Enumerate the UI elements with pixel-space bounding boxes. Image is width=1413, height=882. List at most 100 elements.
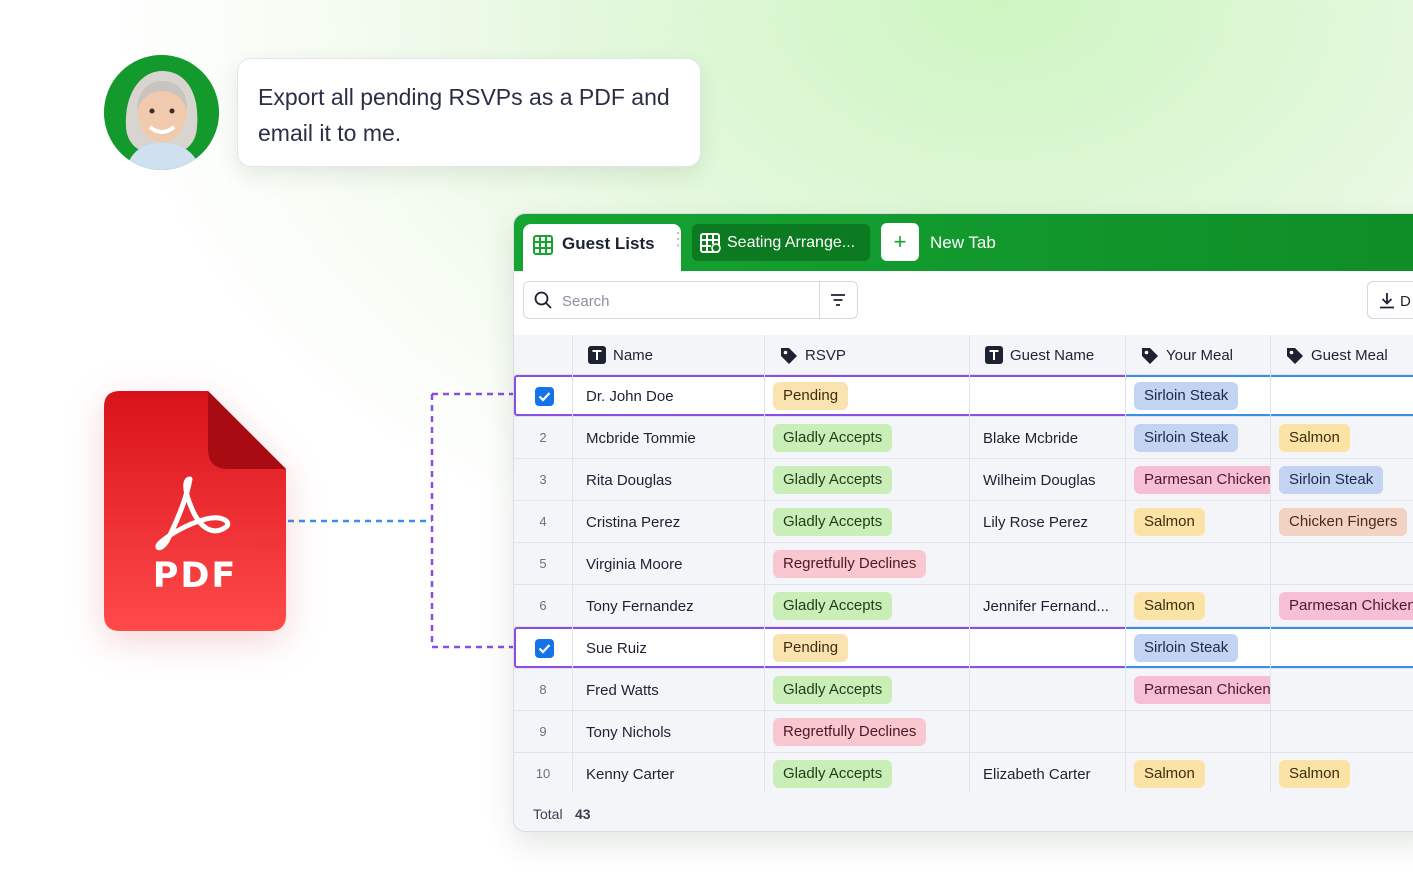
column-header-guest-meal[interactable]: Guest Meal: [1270, 335, 1413, 375]
table-row[interactable]: 5 Virginia Moore Regretfully Declines: [514, 543, 1413, 585]
rsvp-tag: Pending: [773, 382, 849, 410]
table-row[interactable]: 10 Kenny Carter Gladly Accepts Elizabeth Ca…: [514, 753, 1413, 795]
your-meal-cell[interactable]: Salmon: [1125, 501, 1270, 543]
your-meal-tag: Salmon: [1134, 508, 1205, 536]
data-grid: Name RSVP Guest Name Your Meal Guest Mea…: [514, 335, 1413, 831]
your-meal-cell[interactable]: Salmon: [1125, 753, 1270, 795]
rsvp-cell[interactable]: Gladly Accepts: [764, 459, 969, 501]
name-text: Kenny Carter: [586, 766, 675, 783]
rsvp-cell[interactable]: Regretfully Declines: [764, 711, 969, 753]
filter-icon[interactable]: [830, 293, 846, 307]
column-header-name[interactable]: Name: [572, 335, 764, 375]
row-checkbox[interactable]: [535, 639, 554, 658]
guest-name-text: Wilheim Douglas: [983, 472, 1096, 489]
tag-icon: [781, 348, 797, 364]
grid-icon: [533, 235, 553, 255]
tab-options-icon[interactable]: ⋮: [669, 230, 687, 248]
guest-meal-cell[interactable]: [1270, 543, 1413, 585]
total-label: Total: [533, 806, 563, 822]
table-row[interactable]: 2 Mcbride Tommie Gladly Accepts Blake Mcbri…: [514, 417, 1413, 459]
your-meal-cell[interactable]: Sirloin Steak: [1125, 417, 1270, 459]
table-row[interactable]: 4 Cristina Perez Gladly Accepts Lily Rose P…: [514, 501, 1413, 543]
column-divider: [1125, 335, 1126, 793]
guest-meal-tag: Sirloin Steak: [1279, 466, 1384, 494]
rsvp-cell[interactable]: Pending: [764, 375, 969, 417]
your-meal-tag: Salmon: [1134, 760, 1205, 788]
row-number: 3: [539, 472, 547, 487]
download-label: D: [1400, 293, 1411, 310]
row-number: 2: [539, 430, 547, 445]
check-icon: [538, 392, 551, 402]
text-field-icon: [588, 346, 606, 364]
name-text: Fred Watts: [586, 682, 659, 699]
grid-link-icon: [700, 233, 721, 253]
your-meal-cell[interactable]: Parmesan Chicken: [1125, 669, 1270, 711]
column-divider: [764, 335, 765, 793]
pdf-label: PDF: [152, 556, 238, 596]
guest-meal-cell[interactable]: Chicken Fingers: [1270, 501, 1413, 543]
tab-seating-arrangements[interactable]: Seating Arrange...: [692, 224, 870, 261]
rsvp-tag: Gladly Accepts: [773, 592, 893, 620]
your-meal-cell[interactable]: Sirloin Steak: [1125, 627, 1270, 669]
guest-meal-cell[interactable]: [1270, 711, 1413, 753]
guest-meal-cell[interactable]: [1270, 627, 1413, 669]
add-tab-button[interactable]: +: [881, 223, 919, 261]
rsvp-cell[interactable]: Gladly Accepts: [764, 417, 969, 459]
user-avatar: [104, 55, 219, 170]
name-text: Tony Nichols: [586, 724, 672, 741]
your-meal-tag: Parmesan Chicken: [1134, 676, 1270, 704]
rsvp-cell[interactable]: Regretfully Declines: [764, 543, 969, 585]
guest-name-text: Elizabeth Carter: [983, 766, 1091, 783]
search-icon: [534, 291, 552, 309]
table-row[interactable]: 6 Tony Fernandez Gladly Accepts Jennifer Fe…: [514, 585, 1413, 627]
name-text: Sue Ruiz: [586, 640, 647, 657]
column-header-rsvp[interactable]: RSVP: [764, 335, 969, 375]
search-input[interactable]: Search: [562, 293, 610, 310]
guest-meal-tag: Salmon: [1279, 760, 1350, 788]
row-number: 6: [539, 598, 547, 613]
guest-meal-cell[interactable]: Sirloin Steak: [1270, 459, 1413, 501]
guest-meal-cell[interactable]: Parmesan Chicken: [1270, 585, 1413, 627]
table-row[interactable]: 9 Tony Nichols Regretfully Declines: [514, 711, 1413, 753]
guest-name-text: Lily Rose Perez: [983, 514, 1089, 531]
grid-header: Name RSVP Guest Name Your Meal Guest Mea…: [514, 335, 1413, 375]
rsvp-cell[interactable]: Gladly Accepts: [764, 585, 969, 627]
name-text: Dr. John Doe: [586, 388, 674, 405]
tab-guest-lists[interactable]: Guest Lists ⋮: [523, 224, 687, 271]
table-row[interactable]: 3 Rita Douglas Gladly Accepts Wilheim Dougl…: [514, 459, 1413, 501]
rsvp-cell[interactable]: Gladly Accepts: [764, 753, 969, 795]
guest-meal-tag: Chicken Fingers: [1279, 508, 1408, 536]
your-meal-cell[interactable]: Salmon: [1125, 585, 1270, 627]
guest-meal-cell[interactable]: Salmon: [1270, 417, 1413, 459]
your-meal-cell[interactable]: [1125, 543, 1270, 585]
new-tab-label[interactable]: New Tab: [930, 233, 996, 253]
column-header-guest-name[interactable]: Guest Name: [969, 335, 1125, 375]
grid-footer: Total 43: [514, 793, 1413, 831]
rsvp-tag: Gladly Accepts: [773, 676, 893, 704]
guest-meal-cell[interactable]: Salmon: [1270, 753, 1413, 795]
table-row[interactable]: 8 Fred Watts Gladly Accepts Parmesan Chicke…: [514, 669, 1413, 711]
your-meal-cell[interactable]: Sirloin Steak: [1125, 375, 1270, 417]
rsvp-tag: Gladly Accepts: [773, 760, 893, 788]
rsvp-cell[interactable]: Pending: [764, 627, 969, 669]
tab-label: Guest Lists: [562, 234, 655, 253]
search-box[interactable]: Search: [523, 281, 858, 319]
table-row[interactable]: Sue Ruiz Pending Sirloin Steak: [514, 627, 1413, 669]
rsvp-cell[interactable]: Gladly Accepts: [764, 669, 969, 711]
tag-icon: [1142, 348, 1158, 364]
name-text: Cristina Perez: [586, 514, 681, 531]
rsvp-tag: Gladly Accepts: [773, 466, 893, 494]
rsvp-tag: Gladly Accepts: [773, 424, 893, 452]
table-row[interactable]: Dr. John Doe Pending Sirloin Steak: [514, 375, 1413, 417]
guest-meal-tag: Salmon: [1279, 424, 1350, 452]
guest-meal-cell[interactable]: [1270, 669, 1413, 711]
column-header-your-meal[interactable]: Your Meal: [1125, 335, 1270, 375]
row-checkbox[interactable]: [535, 387, 554, 406]
guest-meal-cell[interactable]: [1270, 375, 1413, 417]
your-meal-cell[interactable]: [1125, 711, 1270, 753]
row-number: 5: [539, 556, 547, 571]
download-button[interactable]: D: [1367, 281, 1413, 319]
rsvp-cell[interactable]: Gladly Accepts: [764, 501, 969, 543]
your-meal-cell[interactable]: Parmesan Chicken: [1125, 459, 1270, 501]
your-meal-tag: Salmon: [1134, 592, 1205, 620]
